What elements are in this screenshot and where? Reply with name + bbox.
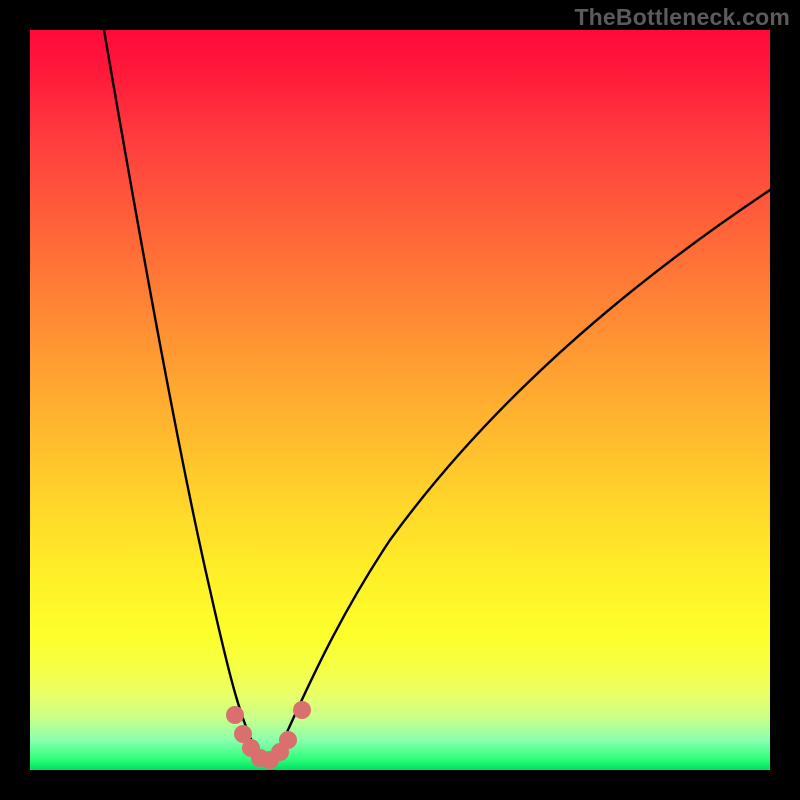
- valley-markers: [226, 701, 311, 769]
- plot-area: [30, 30, 770, 770]
- curve-left-branch: [104, 30, 262, 760]
- curve-right-branch: [274, 190, 770, 760]
- watermark-text: TheBottleneck.com: [574, 4, 790, 31]
- outer-frame: TheBottleneck.com: [0, 0, 800, 800]
- bottleneck-curve: [30, 30, 770, 770]
